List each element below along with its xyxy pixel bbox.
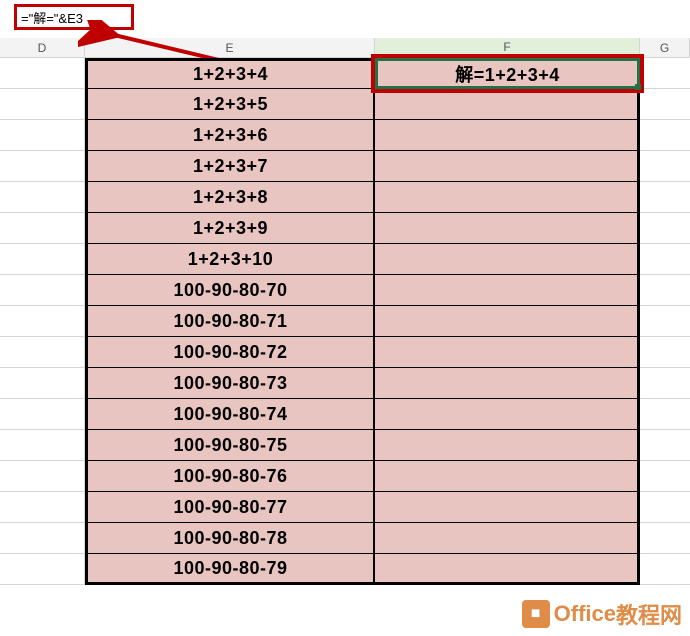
cell-f[interactable] [375, 337, 640, 368]
cell-blank[interactable] [640, 182, 690, 213]
cell-f[interactable] [375, 151, 640, 182]
table-row: 1+2+3+9 [0, 213, 690, 244]
cell-blank[interactable] [640, 120, 690, 151]
table-row: 100-90-80-73 [0, 368, 690, 399]
cell-blank[interactable] [0, 368, 85, 399]
spreadsheet-grid: 1+2+3+4 解=1+2+3+4 1+2+3+5 1+2+3+6 1+2+3+… [0, 58, 690, 585]
col-header-d[interactable]: D [0, 38, 85, 58]
cell-e[interactable]: 100-90-80-74 [85, 399, 375, 430]
table-row: 100-90-80-76 [0, 461, 690, 492]
cell-e[interactable]: 1+2+3+5 [85, 89, 375, 120]
cell-blank[interactable] [0, 399, 85, 430]
cell-f[interactable] [375, 523, 640, 554]
table-row: 100-90-80-71 [0, 306, 690, 337]
cell-e[interactable]: 100-90-80-72 [85, 337, 375, 368]
cell-blank[interactable] [0, 58, 85, 89]
watermark-brand: Office [554, 601, 616, 627]
cell-e[interactable]: 100-90-80-78 [85, 523, 375, 554]
cell-blank[interactable] [0, 337, 85, 368]
cell-blank[interactable] [640, 492, 690, 523]
table-row: 1+2+3+8 [0, 182, 690, 213]
cell-blank[interactable] [0, 523, 85, 554]
cell-blank[interactable] [640, 368, 690, 399]
cell-e[interactable]: 100-90-80-76 [85, 461, 375, 492]
watermark: ■ Office 教程网 [522, 598, 682, 630]
cell-blank[interactable] [0, 430, 85, 461]
cell-f[interactable] [375, 430, 640, 461]
cell-f[interactable] [375, 399, 640, 430]
watermark-suffix: 教程网 [616, 598, 682, 630]
formula-bar[interactable]: ="解="&E3 [14, 4, 134, 30]
cell-e[interactable]: 100-90-80-70 [85, 275, 375, 306]
cell-e[interactable]: 100-90-80-79 [85, 554, 375, 585]
table-row: 100-90-80-70 [0, 275, 690, 306]
cell-blank[interactable] [0, 120, 85, 151]
cell-blank[interactable] [640, 461, 690, 492]
cell-blank[interactable] [0, 554, 85, 585]
col-header-g[interactable]: G [640, 38, 690, 58]
cell-f[interactable] [375, 306, 640, 337]
column-headers: D E F G [0, 38, 690, 58]
table-row: 1+2+3+4 解=1+2+3+4 [0, 58, 690, 89]
cell-e[interactable]: 1+2+3+9 [85, 213, 375, 244]
table-row: 100-90-80-79 [0, 554, 690, 585]
table-row: 1+2+3+5 [0, 89, 690, 120]
cell-blank[interactable] [640, 244, 690, 275]
cell-blank[interactable] [0, 306, 85, 337]
table-row: 100-90-80-75 [0, 430, 690, 461]
cell-e[interactable]: 100-90-80-75 [85, 430, 375, 461]
cell-blank[interactable] [640, 399, 690, 430]
cell-f[interactable] [375, 275, 640, 306]
table-row: 100-90-80-72 [0, 337, 690, 368]
cell-blank[interactable] [640, 554, 690, 585]
table-row: 100-90-80-78 [0, 523, 690, 554]
formula-text: ="解="&E3 [21, 8, 83, 27]
cell-blank[interactable] [0, 244, 85, 275]
cell-blank[interactable] [640, 275, 690, 306]
cell-blank[interactable] [0, 151, 85, 182]
cell-blank[interactable] [640, 213, 690, 244]
cell-blank[interactable] [0, 89, 85, 120]
cell-f[interactable] [375, 182, 640, 213]
cell-blank[interactable] [0, 275, 85, 306]
cell-blank[interactable] [640, 89, 690, 120]
cell-e[interactable]: 1+2+3+8 [85, 182, 375, 213]
cell-e[interactable]: 1+2+3+6 [85, 120, 375, 151]
cell-e[interactable]: 100-90-80-73 [85, 368, 375, 399]
col-header-e[interactable]: E [85, 38, 375, 58]
cell-e[interactable]: 1+2+3+10 [85, 244, 375, 275]
office-logo-icon: ■ [522, 600, 550, 628]
cell-e[interactable]: 100-90-80-77 [85, 492, 375, 523]
table-row: 1+2+3+10 [0, 244, 690, 275]
cell-f[interactable] [375, 492, 640, 523]
cell-f[interactable] [375, 89, 640, 120]
table-row: 100-90-80-74 [0, 399, 690, 430]
cell-blank[interactable] [0, 213, 85, 244]
cell-blank[interactable] [640, 430, 690, 461]
cell-blank[interactable] [640, 337, 690, 368]
col-header-f[interactable]: F [375, 38, 640, 58]
cell-blank[interactable] [640, 306, 690, 337]
cell-blank[interactable] [640, 523, 690, 554]
cell-f[interactable] [375, 554, 640, 585]
cell-f[interactable] [375, 213, 640, 244]
cell-e[interactable]: 100-90-80-71 [85, 306, 375, 337]
cell-f[interactable] [375, 120, 640, 151]
cell-e[interactable]: 1+2+3+4 [85, 58, 375, 89]
cell-e[interactable]: 1+2+3+7 [85, 151, 375, 182]
cell-f[interactable] [375, 244, 640, 275]
cell-f-selected[interactable]: 解=1+2+3+4 [375, 58, 640, 89]
cell-blank[interactable] [0, 461, 85, 492]
cell-blank[interactable] [0, 492, 85, 523]
cell-blank[interactable] [0, 182, 85, 213]
cell-blank[interactable] [640, 58, 690, 89]
cell-f[interactable] [375, 461, 640, 492]
table-row: 1+2+3+7 [0, 151, 690, 182]
cell-f[interactable] [375, 368, 640, 399]
table-row: 1+2+3+6 [0, 120, 690, 151]
cell-blank[interactable] [640, 151, 690, 182]
table-row: 100-90-80-77 [0, 492, 690, 523]
